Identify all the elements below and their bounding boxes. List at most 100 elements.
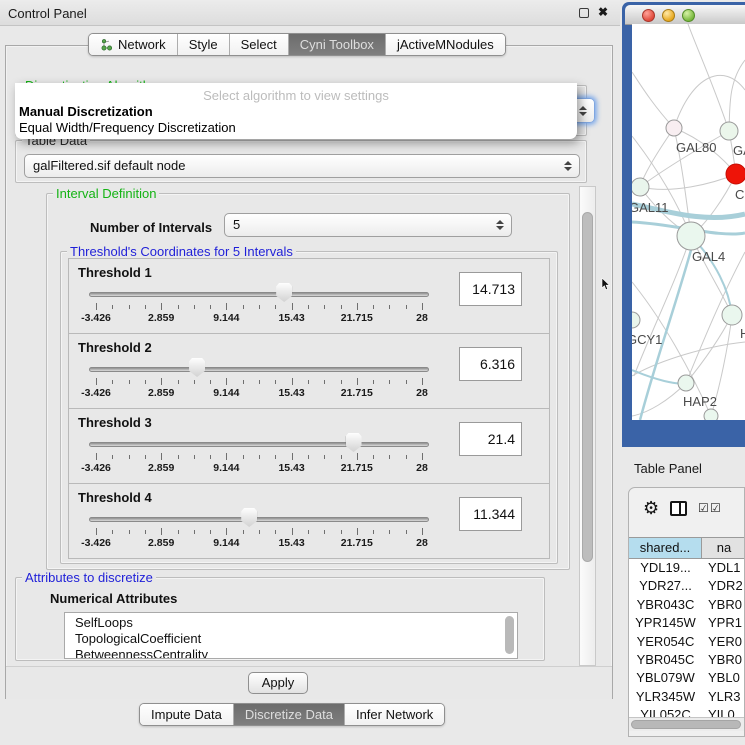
- cell-shared-name: YDR27...: [629, 577, 702, 595]
- tick-mark: [161, 303, 162, 310]
- node-label: GA: [733, 143, 745, 158]
- slider-handle[interactable]: [241, 508, 257, 527]
- checkbox-icon[interactable]: ☑: [710, 501, 721, 515]
- tab-style[interactable]: Style: [177, 34, 229, 55]
- tab-network[interactable]: Network: [89, 34, 177, 55]
- table-row[interactable]: YBR043CYBR0: [629, 596, 745, 614]
- tab-impute-data[interactable]: Impute Data: [140, 704, 233, 725]
- slider-handle[interactable]: [189, 358, 205, 377]
- threshold-value-field[interactable]: 6.316: [459, 347, 522, 381]
- slider-handle[interactable]: [346, 433, 362, 452]
- table-data-combo[interactable]: galFiltered.sif default node: [24, 154, 580, 178]
- tick-mark: [145, 380, 146, 384]
- slider-track[interactable]: [89, 442, 429, 447]
- tick-label: 28: [416, 462, 428, 474]
- apply-button[interactable]: Apply: [248, 672, 308, 694]
- tick-mark: [210, 455, 211, 459]
- float-window-icon[interactable]: [579, 8, 589, 18]
- number-of-intervals-combo[interactable]: 5: [224, 213, 512, 237]
- columns-icon[interactable]: [670, 501, 687, 516]
- column-header-shared-name[interactable]: shared...: [629, 538, 702, 558]
- tab-jactivemnodules[interactable]: jActiveMNodules: [385, 34, 505, 55]
- slider-track[interactable]: [89, 367, 429, 372]
- close-traffic-light-icon[interactable]: [642, 9, 655, 22]
- attribute-item-betweennesscentrality[interactable]: BetweennessCentrality: [65, 647, 517, 659]
- tab-cyni-toolbox[interactable]: Cyni Toolbox: [288, 34, 385, 55]
- tick-mark: [259, 455, 260, 459]
- slider-handle[interactable]: [276, 283, 292, 302]
- minimize-traffic-light-icon[interactable]: [662, 9, 675, 22]
- apply-strip: Apply: [6, 666, 612, 699]
- table-panel-title: Table Panel: [634, 461, 702, 476]
- tick-mark: [194, 380, 195, 384]
- attributes-to-discretize-label: Attributes to discretize: [22, 570, 156, 585]
- column-header-name[interactable]: na: [702, 538, 745, 558]
- tick-mark: [341, 305, 342, 309]
- table-row[interactable]: YER054CYER0: [629, 633, 745, 651]
- numerical-attributes-list[interactable]: SelfLoopsTopologicalCoefficientBetweenne…: [64, 612, 518, 659]
- tick-mark: [357, 303, 358, 310]
- tick-mark: [226, 378, 227, 385]
- threshold-value-field[interactable]: 21.4: [459, 422, 522, 456]
- tab-select[interactable]: Select: [229, 34, 288, 55]
- table-row[interactable]: YDR27...YDR2: [629, 577, 745, 595]
- combo-arrows-icon: [564, 161, 572, 171]
- table-hscrollbar[interactable]: [629, 717, 745, 731]
- tick-mark: [308, 530, 309, 534]
- tab-label: Infer Network: [356, 704, 433, 725]
- node-label: C: [735, 187, 744, 202]
- network-node-gal11[interactable]: [632, 178, 649, 196]
- node-label: GAL4: [692, 249, 725, 264]
- attribute-item-selfloops[interactable]: SelfLoops: [65, 615, 517, 631]
- zoom-traffic-light-icon[interactable]: [682, 9, 695, 22]
- checkbox-icon[interactable]: ☑: [698, 501, 709, 515]
- control-panel: Control Panel ✖ NetworkStyle Select Cyni T…: [0, 0, 620, 745]
- tick-label: 28: [416, 312, 428, 324]
- network-node-hap2[interactable]: [678, 375, 694, 391]
- table-hscrollbar-thumb[interactable]: [631, 720, 741, 729]
- attributes-group: Attributes to discretize Numerical Attri…: [15, 577, 545, 661]
- threshold-value-field[interactable]: 11.344: [459, 497, 522, 531]
- panel-scrollbar[interactable]: [579, 186, 596, 666]
- tick-mark: [178, 455, 179, 459]
- table-row[interactable]: YLR345WYLR3: [629, 688, 745, 706]
- tick-mark: [292, 378, 293, 385]
- gear-icon[interactable]: ⚙: [643, 498, 659, 519]
- list-scrollbar[interactable]: [505, 616, 514, 654]
- network-icon: [100, 38, 113, 51]
- threshold-value-field[interactable]: 14.713: [459, 272, 522, 306]
- network-canvas[interactable]: GAL80GACGAL11GAL4GCY1HHAP2: [632, 24, 745, 420]
- tick-mark: [389, 380, 390, 384]
- tab-discretize-data[interactable]: Discretize Data: [233, 704, 344, 725]
- tab-infer-network[interactable]: Infer Network: [344, 704, 444, 725]
- table-row[interactable]: YBR045CYBR0: [629, 651, 745, 669]
- panel-scrollbar-thumb[interactable]: [582, 212, 593, 562]
- tick-mark: [96, 378, 97, 385]
- table-row[interactable]: YDL19...YDL1: [629, 559, 745, 577]
- network-node-gcy1[interactable]: [632, 312, 640, 328]
- threshold-coordinates-label: Threshold's Coordinates for 5 Intervals: [67, 244, 296, 259]
- tick-mark: [292, 303, 293, 310]
- slider-track[interactable]: [89, 292, 429, 297]
- control-panel-titlebar: Control Panel ✖: [0, 0, 620, 26]
- tick-label: 2.859: [148, 537, 174, 549]
- tick-mark: [259, 305, 260, 309]
- network-node-ga[interactable]: [720, 122, 738, 140]
- algorithm-option-equal-width-frequency-discretization[interactable]: Equal Width/Frequency Discretization: [15, 119, 577, 135]
- attribute-item-topologicalcoefficient[interactable]: TopologicalCoefficient: [65, 631, 517, 647]
- network-node[interactable]: [704, 409, 718, 420]
- network-node-c[interactable]: [726, 164, 745, 184]
- network-node-gal80[interactable]: [666, 120, 682, 136]
- algorithm-option-manual-discretization[interactable]: Manual Discretization: [15, 103, 577, 119]
- table-row[interactable]: YPR145WYPR1: [629, 614, 745, 632]
- table-row[interactable]: YBL079WYBL0: [629, 669, 745, 687]
- network-node-h[interactable]: [722, 305, 742, 325]
- tab-label: Select: [241, 34, 277, 55]
- slider-track[interactable]: [89, 517, 429, 522]
- tick-mark: [324, 380, 325, 384]
- tick-mark: [292, 453, 293, 460]
- close-icon[interactable]: ✖: [598, 5, 608, 19]
- tick-mark: [178, 530, 179, 534]
- tick-mark: [129, 455, 130, 459]
- network-node-gal4[interactable]: [677, 222, 705, 250]
